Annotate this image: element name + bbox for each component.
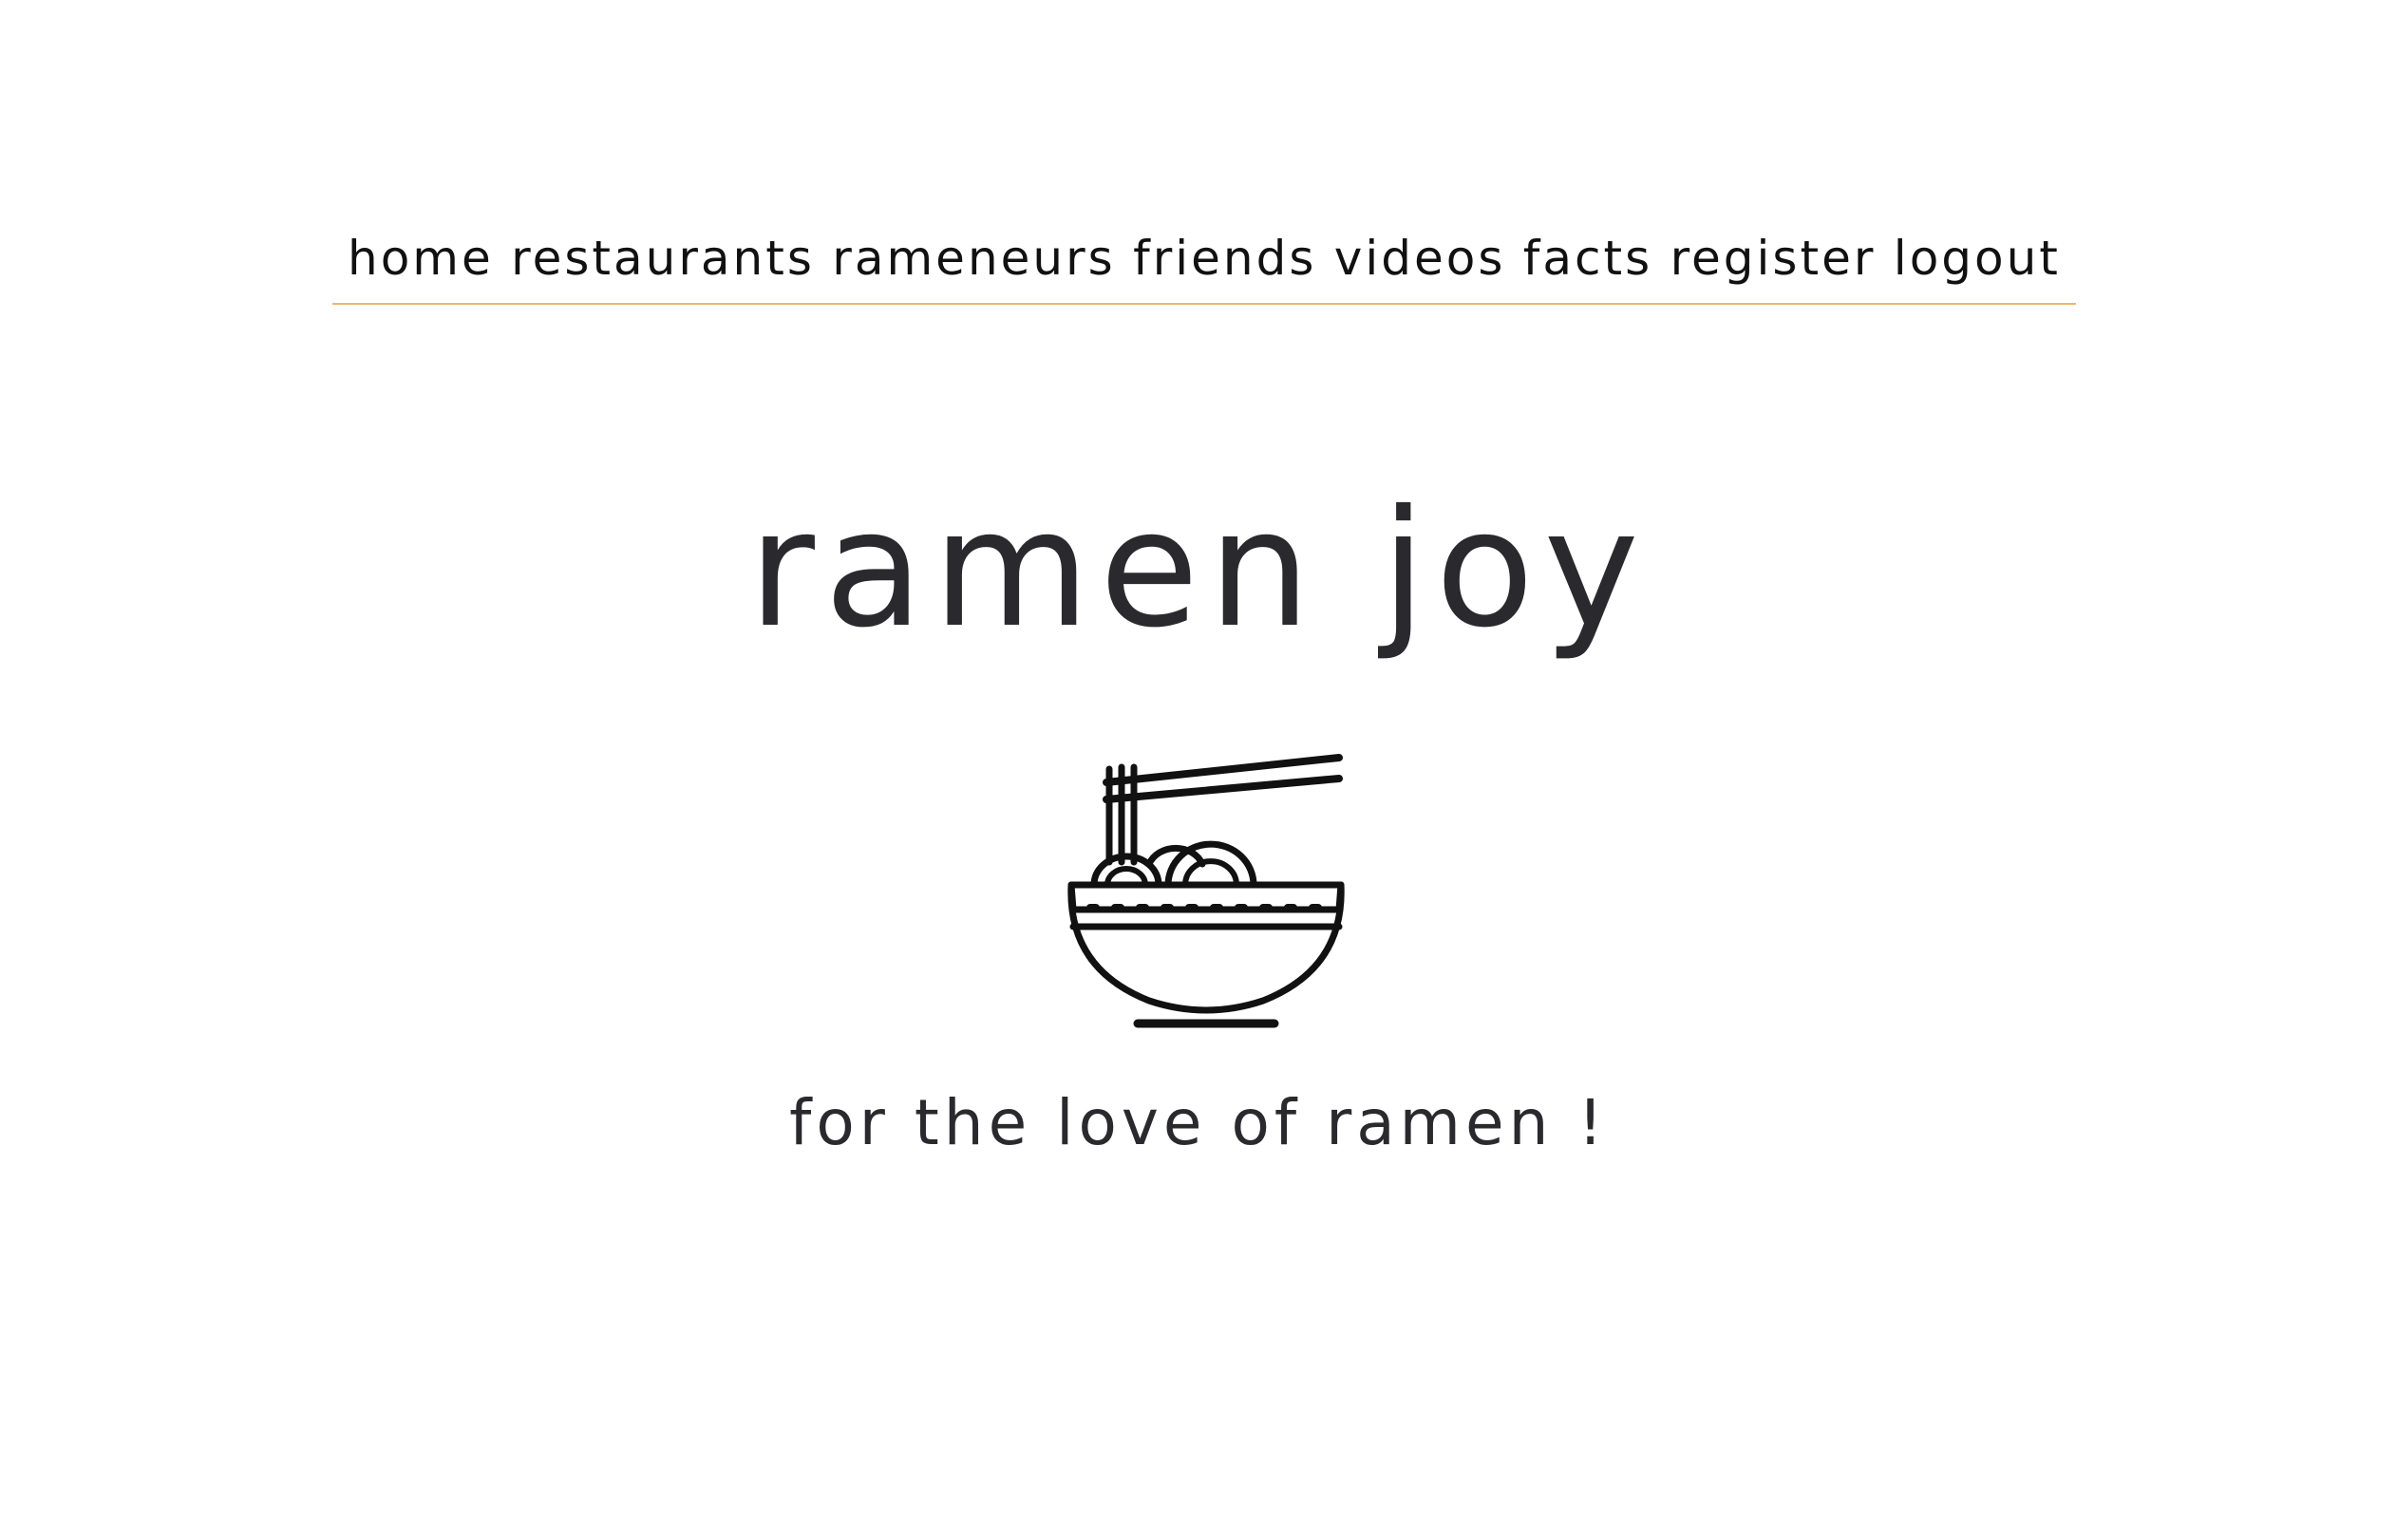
page: home restaurants rameneurs friends video…: [0, 0, 2397, 1540]
nav-link-restaurants[interactable]: restaurants: [511, 235, 815, 290]
tagline: for the love of ramen !: [789, 1086, 1608, 1159]
nav-link-friends[interactable]: friends: [1133, 235, 1316, 290]
ramen-bowl-icon: [1054, 741, 1358, 1035]
nav-link-home[interactable]: home: [348, 235, 494, 290]
nav-link-logout[interactable]: logout: [1894, 235, 2061, 290]
nav-link-videos[interactable]: videos: [1334, 235, 1506, 290]
top-navigation: home restaurants rameneurs friends video…: [332, 214, 2076, 305]
nav-divider: [332, 303, 2076, 305]
nav-link-rameneurs[interactable]: rameneurs: [832, 235, 1115, 290]
nav-link-facts[interactable]: facts: [1523, 235, 1652, 290]
nav-link-register[interactable]: register: [1670, 235, 1877, 290]
site-title: ramen joy: [748, 476, 1649, 664]
nav-menu: home restaurants rameneurs friends video…: [332, 214, 2076, 290]
